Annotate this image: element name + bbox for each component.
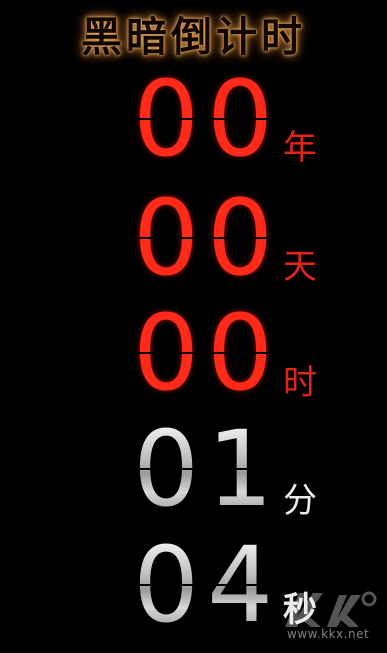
years-digit-tens: 0 — [133, 74, 195, 164]
years-unit-label: 年 — [283, 128, 317, 168]
days-digit-tens: 0 — [133, 193, 195, 283]
years-row: 0 0 年 — [0, 74, 387, 174]
minutes-digit-tens: 0 — [133, 424, 195, 514]
days-unit-label: 天 — [283, 247, 317, 287]
watermark: www.kkx.net — [273, 587, 383, 647]
days-row: 0 0 天 — [0, 193, 387, 293]
days-digit-ones: 0 — [207, 193, 269, 283]
hours-digit-tens: 0 — [133, 308, 195, 398]
minutes-unit-label: 分 — [283, 481, 317, 521]
seconds-digit-ones: 4 — [207, 540, 269, 630]
app-title: 黑暗倒计时 — [81, 13, 306, 61]
years-digit-ones: 0 — [207, 74, 269, 164]
minutes-row: 0 1 分 — [0, 424, 387, 524]
seconds-digit-tens: 0 — [133, 540, 195, 630]
hours-row: 0 0 时 — [0, 308, 387, 408]
watermark-text: www.kkx.net — [287, 627, 370, 641]
hours-digit-ones: 0 — [207, 308, 269, 398]
kkx-logo-icon — [285, 591, 377, 627]
countdown-screen: 黑暗倒计时 0 0 年 0 0 天 0 0 时 0 1 分 0 4 秒 www.… — [0, 0, 387, 653]
hours-unit-label: 时 — [283, 363, 317, 403]
minutes-digit-ones: 1 — [207, 424, 269, 514]
